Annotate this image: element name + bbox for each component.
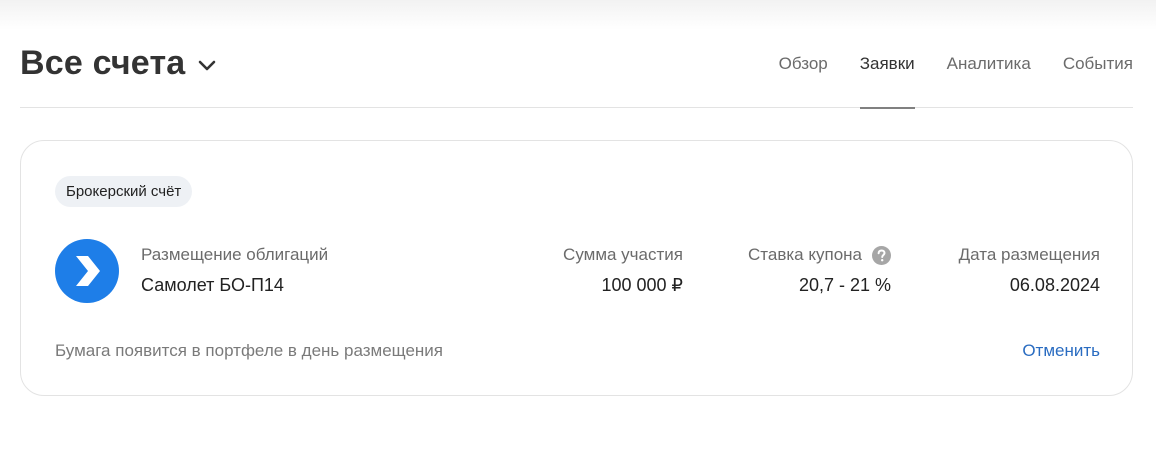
cancel-order-link[interactable]: Отменить xyxy=(1022,341,1100,361)
date-column: Дата размещения 06.08.2024 xyxy=(959,245,1100,296)
coupon-column: Ставка купона 20,7 - 21 % xyxy=(748,245,891,296)
amount-label: Сумма участия xyxy=(563,245,683,264)
order-card: Брокерский счёт Размещение облигаций Сам… xyxy=(20,140,1133,396)
date-value: 06.08.2024 xyxy=(1009,275,1100,295)
tab-analytics[interactable]: Аналитика xyxy=(947,40,1031,108)
issuer-logo xyxy=(55,239,119,303)
instrument-name: Самолет БО-П14 xyxy=(141,275,284,295)
amount-value: 100 000 ₽ xyxy=(601,275,683,295)
account-badge: Брокерский счёт xyxy=(55,176,193,207)
chevron-down-icon xyxy=(199,60,216,70)
page-header: Все счета Обзор Заявки Аналитика События xyxy=(20,40,1133,109)
placement-note: Бумага появится в портфеле в день размещ… xyxy=(55,341,444,360)
page-title: Все счета xyxy=(20,44,186,82)
page: Все счета Обзор Заявки Аналитика События… xyxy=(0,0,1156,472)
tab-overview[interactable]: Обзор xyxy=(779,40,828,108)
amount-column: Сумма участия 100 000 ₽ xyxy=(563,245,683,296)
tab-orders[interactable]: Заявки xyxy=(859,40,915,109)
question-circle-icon[interactable] xyxy=(872,245,891,265)
issuer-arrow-logo-icon xyxy=(76,256,100,286)
tabs: Обзор Заявки Аналитика События xyxy=(747,40,1133,109)
instrument-column: Размещение облигаций Самолет БО-П14 xyxy=(141,245,328,296)
tab-events[interactable]: События xyxy=(1063,40,1133,108)
account-selector[interactable]: Все счета xyxy=(20,44,217,83)
top-shadow xyxy=(0,0,1156,30)
coupon-label-row: Ставка купона xyxy=(748,245,891,265)
coupon-label: Ставка купона xyxy=(748,245,862,264)
date-label: Дата размещения xyxy=(958,245,1100,264)
coupon-value: 20,7 - 21 % xyxy=(798,275,891,295)
order-type-label: Размещение облигаций xyxy=(141,245,329,264)
